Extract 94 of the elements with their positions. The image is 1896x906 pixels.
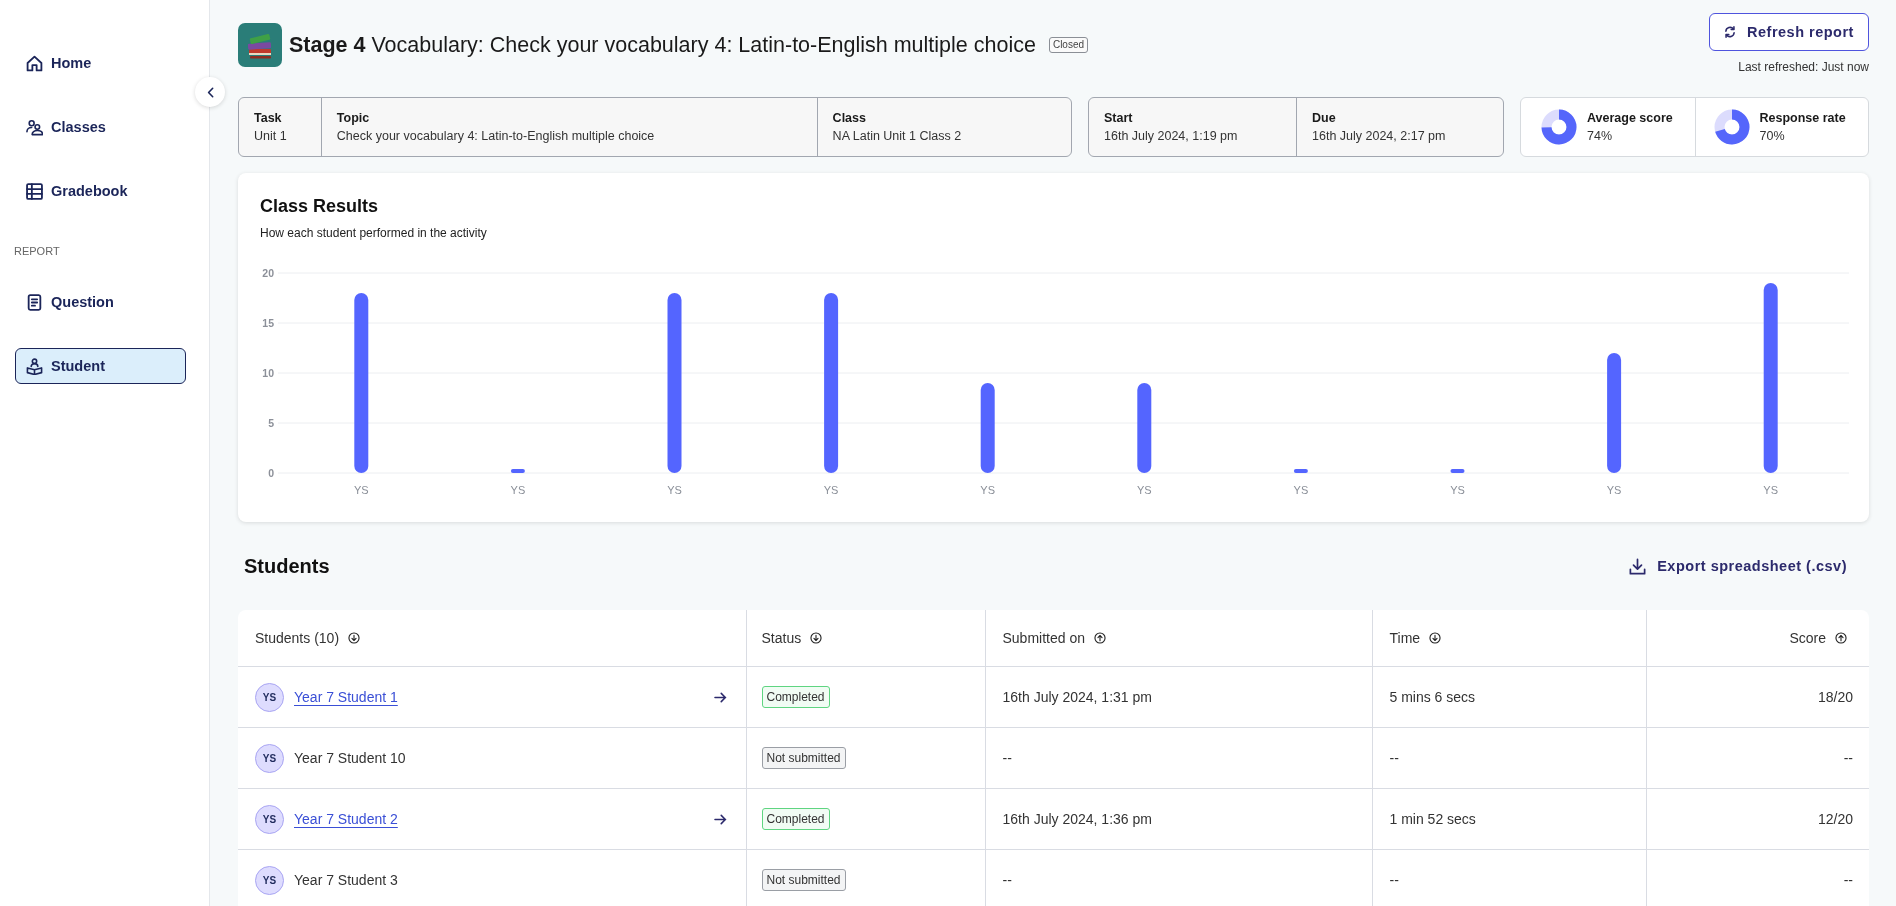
student-link[interactable]: Year 7 Student 2 [294, 811, 398, 827]
student-name: Year 7 Student 3 [294, 872, 398, 888]
last-refreshed-text: Last refreshed: Just now [1738, 59, 1869, 75]
status-badge: Not submitted [761, 747, 846, 769]
avatar: YS [255, 743, 284, 773]
page-title: Stage 4 Vocabulary: Check your vocabulary 4: Latin-to-English multiple choice [289, 32, 1036, 58]
arrow-up-circle-icon[interactable] [1835, 632, 1847, 644]
field-label: Topic [336, 111, 371, 125]
submitted-date: -- [985, 849, 1372, 906]
y-axis-label: 20 [262, 267, 274, 279]
sidebar-item[interactable]: Student [15, 348, 186, 384]
column-header[interactable]: Status [761, 630, 802, 646]
arrow-right-icon[interactable] [713, 813, 727, 825]
table-icon [26, 182, 43, 200]
section-label: REPORT [14, 244, 61, 258]
time-taken: 5 mins 6 secs [1372, 666, 1646, 728]
sidebar-item[interactable]: Classes [15, 109, 186, 145]
y-axis-label: 10 [262, 367, 274, 379]
field-value: 16th July 2024, 1:19 pm [1104, 129, 1239, 143]
x-axis-label: YS [1606, 484, 1622, 496]
document-icon [26, 293, 43, 311]
x-axis-label: YS [1763, 484, 1779, 496]
sidebar-item[interactable]: Home [15, 45, 186, 81]
avatar: YS [255, 804, 284, 834]
column-header[interactable]: Time [1389, 630, 1421, 646]
chevron-left-icon [206, 86, 214, 98]
time-taken: -- [1372, 849, 1646, 906]
chart-subtitle: How each student performed in the activity [260, 225, 488, 241]
y-axis-label: 15 [262, 317, 274, 329]
field-value: Unit 1 [254, 129, 288, 143]
status-badge: Not submitted [761, 869, 846, 891]
person-book-icon [26, 357, 43, 375]
field-value: 16th July 2024, 2:17 pm [1312, 129, 1447, 143]
x-axis-label: YS [353, 484, 369, 496]
time-taken: -- [1372, 727, 1646, 789]
student-link[interactable]: Year 7 Student 1 [294, 689, 398, 705]
submitted-date: 16th July 2024, 1:31 pm [985, 666, 1372, 728]
column-header[interactable]: Score [1789, 630, 1826, 646]
x-axis-label: YS [823, 484, 839, 496]
field-label: Due [1312, 111, 1337, 125]
avatar: YS [255, 865, 284, 895]
arrow-right-icon[interactable] [713, 691, 727, 703]
stat-value: 74% [1587, 129, 1614, 143]
submitted-date: 16th July 2024, 1:36 pm [985, 788, 1372, 850]
field-label: Task [254, 111, 283, 125]
stat-label: Response rate [1759, 111, 1846, 125]
x-axis-label: YS [667, 484, 682, 496]
chart-title: Class Results [260, 195, 380, 217]
score: -- [1646, 849, 1869, 906]
arrow-down-circle-icon[interactable] [1429, 632, 1442, 644]
field-label: Start [1104, 111, 1134, 125]
y-axis-label: 0 [268, 467, 274, 479]
arrow-up-circle-icon[interactable] [1094, 632, 1106, 644]
export-spreadsheet-button[interactable]: Export spreadsheet (.csv) [1628, 556, 1847, 576]
sidebar-item[interactable]: Question [15, 284, 186, 320]
x-axis-label: YS [980, 484, 996, 496]
zero-value-marker [1293, 469, 1308, 473]
student-name: Year 7 Student 10 [294, 750, 406, 766]
zero-value-marker [510, 469, 525, 473]
section-title: Students [244, 554, 330, 578]
column-header[interactable]: Submitted on [1002, 630, 1085, 646]
status-badge: Completed [761, 808, 830, 830]
sidebar-item[interactable]: Gradebook [15, 173, 186, 209]
donut-chart-icon [1541, 109, 1577, 145]
time-taken: 1 min 52 secs [1372, 788, 1646, 850]
y-axis-label: 5 [268, 417, 274, 429]
arrow-down-circle-icon[interactable] [348, 632, 361, 644]
score: 12/20 [1646, 788, 1869, 850]
books-icon [238, 23, 282, 67]
status-badge: Closed [1048, 37, 1089, 53]
status-badge: Completed [761, 686, 830, 708]
x-axis-label: YS [1450, 484, 1465, 496]
score: 18/20 [1646, 666, 1869, 728]
column-header[interactable]: Students (10) [255, 630, 340, 646]
arrow-down-circle-icon[interactable] [810, 632, 823, 644]
stat-label: Average score [1587, 111, 1673, 125]
score: -- [1646, 727, 1869, 789]
x-axis-label: YS [1293, 484, 1309, 496]
zero-value-marker [1450, 469, 1465, 473]
submitted-date: -- [985, 727, 1372, 789]
people-icon [26, 118, 43, 136]
refresh-report-button[interactable]: Refresh report [1709, 13, 1869, 51]
collapse-sidebar-button[interactable] [195, 77, 225, 107]
donut-chart-icon [1713, 109, 1750, 145]
home-icon [26, 54, 43, 72]
download-icon [1628, 556, 1648, 576]
x-axis-label: YS [1136, 484, 1152, 496]
field-label: Class [832, 111, 867, 125]
refresh-icon [1724, 26, 1737, 38]
avatar: YS [255, 682, 284, 712]
x-axis-label: YS [510, 484, 526, 496]
field-value: Check your vocabulary 4: Latin-to-English multiple choice [336, 129, 656, 143]
stat-value: 70% [1759, 129, 1786, 143]
field-value: NA Latin Unit 1 Class 2 [832, 129, 963, 143]
